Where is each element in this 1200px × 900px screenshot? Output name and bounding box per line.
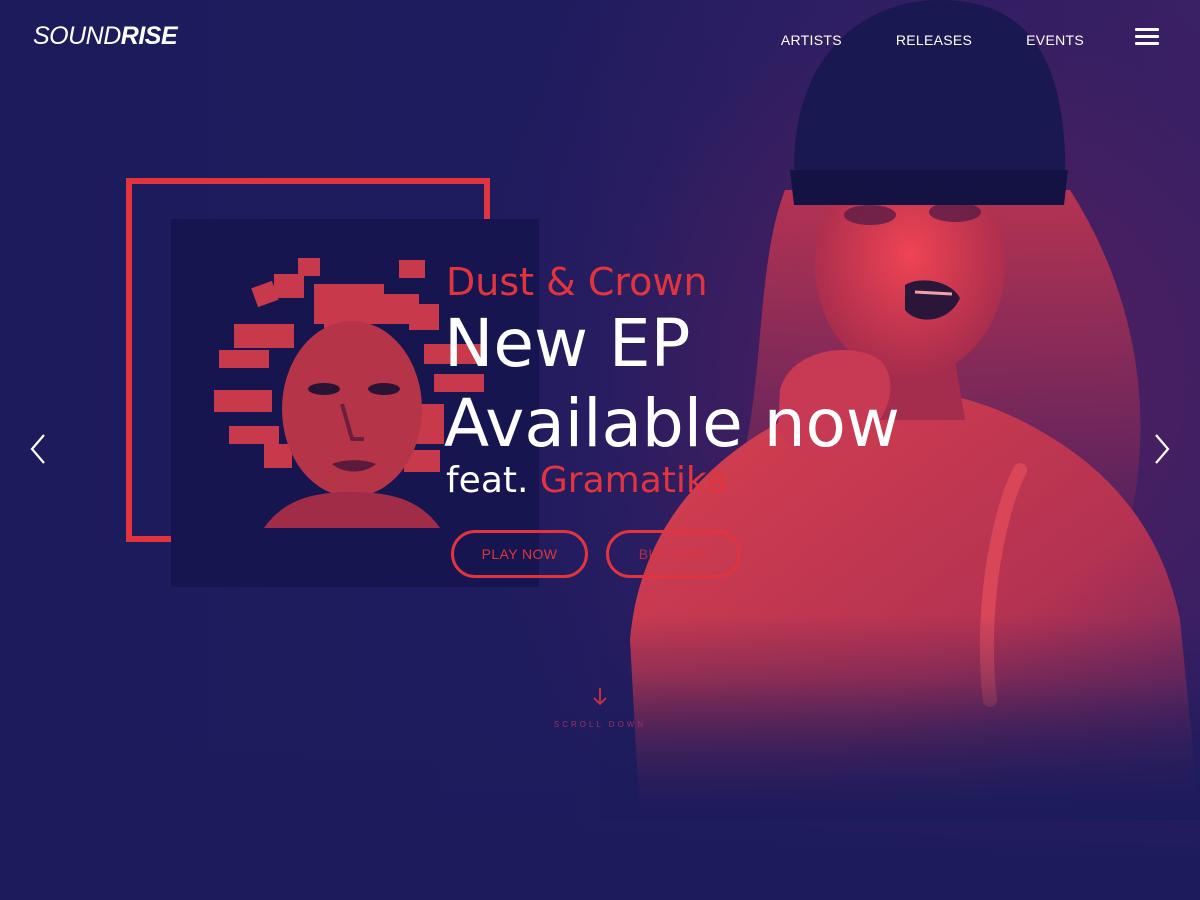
scroll-down-label[interactable]: SCROLL DOWN (500, 720, 700, 729)
site-logo[interactable]: SOUNDRISE (33, 22, 178, 51)
chevron-right-icon[interactable] (1152, 432, 1172, 466)
main-nav: ARTISTS RELEASES EVENTS (781, 32, 1084, 48)
headline-line-2: Available now (444, 385, 900, 462)
logo-light-text: SOUND (33, 22, 121, 50)
feat-prefix: feat. (446, 460, 529, 501)
nav-item-artists[interactable]: ARTISTS (781, 32, 842, 48)
hero-headline: New EP Available now (444, 304, 900, 464)
nav-item-events[interactable]: EVENTS (1026, 32, 1084, 48)
arrow-down-icon[interactable] (591, 686, 609, 708)
buy-now-button[interactable]: BUY NOW (606, 530, 741, 578)
chevron-left-icon[interactable] (28, 432, 48, 466)
nav-item-releases[interactable]: RELEASES (896, 32, 972, 48)
featured-artist[interactable]: Gramatika (540, 460, 728, 501)
hamburger-menu-icon[interactable] (1135, 28, 1159, 46)
hero-slider: SOUNDRISE ARTISTS RELEASES EVENTS Dust &… (0, 0, 1200, 900)
logo-bold-text: RISE (120, 22, 178, 50)
release-artist: Dust & Crown (446, 260, 708, 304)
featuring-line: feat. Gramatika (446, 460, 728, 501)
headline-line-1: New EP (444, 305, 691, 382)
play-now-button[interactable]: PLAY NOW (451, 530, 588, 578)
